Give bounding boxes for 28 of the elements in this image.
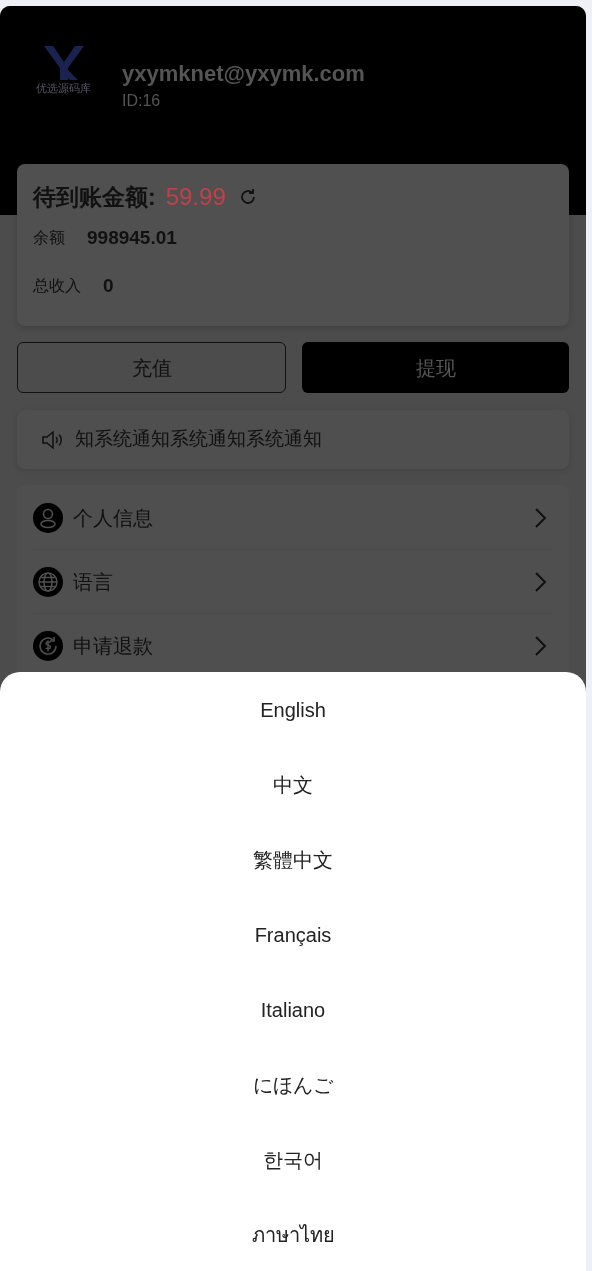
- user-id: ID:16: [122, 91, 162, 111]
- menu-label: 语言: [73, 569, 114, 595]
- stat-value: 0: [103, 273, 114, 298]
- language-option[interactable]: Français: [0, 897, 586, 972]
- globe-icon: [33, 566, 63, 597]
- menu-label: 申请退款: [73, 633, 154, 659]
- pending-label: 待到账金额:: [33, 182, 156, 212]
- chevron-right-icon: [533, 570, 547, 593]
- logo-icon: [41, 46, 86, 80]
- language-option[interactable]: 한국어: [0, 1122, 586, 1197]
- user-email: yxymknet@yxymk.com: [122, 60, 365, 88]
- logo-text: 优选源码库: [36, 82, 91, 96]
- notice-text: 知系统通知系统通知系统通知: [75, 427, 322, 452]
- stat-value: 998945.01: [87, 225, 177, 250]
- language-option[interactable]: Italiano: [0, 972, 586, 1047]
- stat-label: 余额: [33, 228, 65, 248]
- chevron-right-icon: [533, 506, 547, 529]
- stat-label: 总收入: [33, 276, 81, 296]
- person-icon: [33, 502, 63, 533]
- language-option[interactable]: にほんご: [0, 1047, 586, 1122]
- refund-icon: [33, 630, 63, 661]
- language-option[interactable]: 繁體中文: [0, 822, 586, 897]
- language-option[interactable]: ภาษาไทย: [0, 1197, 586, 1271]
- speaker-icon: [41, 429, 65, 450]
- pending-amount: 59.99: [165, 182, 226, 212]
- chevron-right-icon: [533, 634, 547, 657]
- language-option[interactable]: 中文: [0, 747, 586, 822]
- menu-label: 个人信息: [73, 505, 154, 531]
